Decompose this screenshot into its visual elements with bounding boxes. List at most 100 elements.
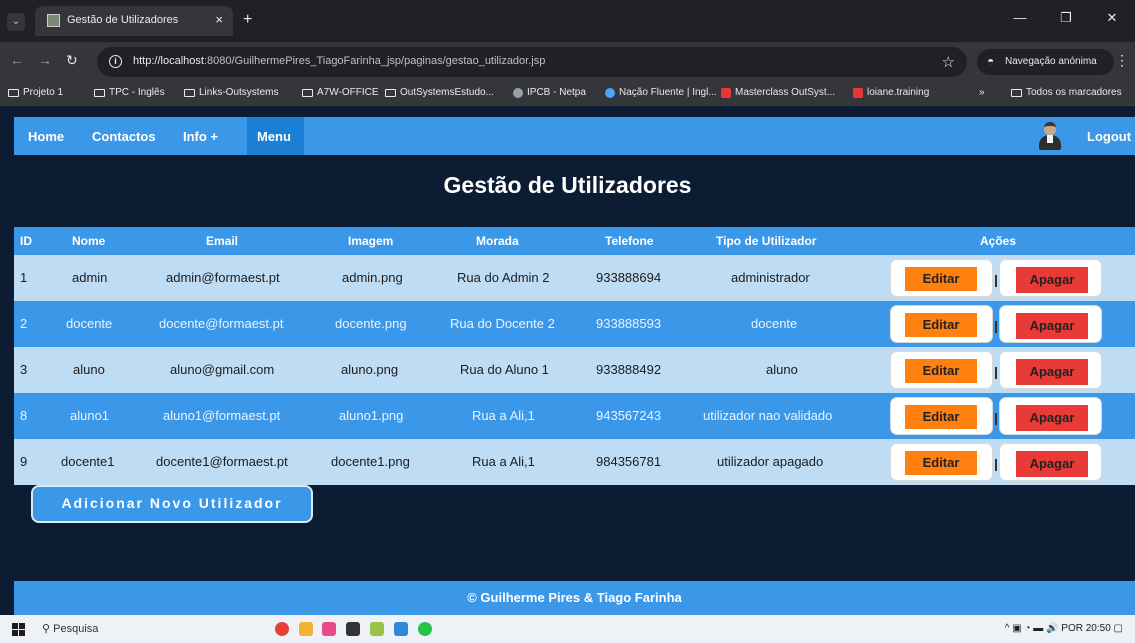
bookmark-item[interactable]: IPCB - Netpa	[513, 87, 586, 98]
column-header-morada: Morada	[476, 234, 519, 248]
browser-menu-icon[interactable]: ⋮	[1115, 52, 1129, 69]
edit-button-frame: Editar	[890, 305, 993, 343]
bookmark-star-icon[interactable]: ☆	[942, 53, 955, 71]
cell-tipo: administrador	[731, 270, 810, 285]
browser-tab[interactable]: Gestão de Utilizadores ×	[35, 6, 233, 36]
logout-link[interactable]: Logout	[1087, 129, 1131, 144]
browser-tab-strip: ⌄ Gestão de Utilizadores × + — ❐ ✕	[0, 0, 1135, 42]
app-icon[interactable]	[370, 622, 384, 636]
incognito-indicator[interactable]: ◓ Navegação anónima	[977, 49, 1114, 75]
cell-tipo: docente	[751, 316, 798, 331]
bookmark-item[interactable]: OutSystemsEstudo...	[385, 87, 494, 98]
url-text[interactable]: http://localhost:8080/GuilhermePires_Tia…	[133, 55, 545, 67]
cell-email: docente1@formaest.pt	[156, 454, 288, 469]
bookmark-item[interactable]: TPC - Inglês	[94, 87, 165, 98]
nav-home[interactable]: Home	[28, 129, 64, 144]
edit-button-frame: Editar	[890, 443, 993, 481]
bookmark-item[interactable]: Projeto 1	[8, 87, 63, 98]
address-bar[interactable]: i http://localhost:8080/GuilhermePires_T…	[97, 47, 967, 77]
nav-menu[interactable]: Menu	[257, 129, 291, 144]
bookmark-item[interactable]: loiane.training	[853, 87, 929, 98]
whatsapp-icon[interactable]	[418, 622, 432, 636]
restore-button[interactable]: ❐	[1043, 0, 1089, 36]
button-separator	[995, 321, 997, 333]
cell-imagem: docente.png	[335, 316, 407, 331]
tab-close-icon[interactable]: ×	[215, 12, 223, 27]
cell-nome: aluno	[73, 362, 105, 377]
app-icon[interactable]	[322, 622, 336, 636]
new-tab-button[interactable]: +	[243, 11, 252, 29]
delete-button[interactable]: Apagar	[1016, 451, 1088, 477]
minimize-button[interactable]: —	[997, 0, 1043, 36]
cell-id: 3	[20, 362, 28, 377]
site-icon	[721, 87, 731, 98]
file-explorer-icon[interactable]	[299, 622, 313, 636]
edit-button[interactable]: Editar	[905, 405, 977, 429]
edit-button[interactable]: Editar	[905, 267, 977, 291]
bookmark-item[interactable]: A7W-OFFICE	[302, 87, 378, 98]
delete-button[interactable]: Apagar	[1016, 267, 1088, 293]
taskbar-search[interactable]: ⚲ Pesquisa	[42, 622, 98, 635]
windows-start-icon[interactable]	[12, 623, 25, 636]
edit-button[interactable]: Editar	[905, 359, 977, 383]
page-footer: © Guilherme Pires & Tiago Farinha	[14, 581, 1135, 615]
nav-info[interactable]: Info +	[183, 129, 218, 144]
cell-email: docente@formaest.pt	[159, 316, 284, 331]
tab-title: Gestão de Utilizadores	[67, 14, 179, 26]
cell-email: admin@formaest.pt	[166, 270, 280, 285]
forward-arrow-icon[interactable]: →	[38, 52, 52, 68]
bookmark-item[interactable]: Masterclass OutSyst...	[721, 87, 835, 98]
page-title: Gestão de Utilizadores	[443, 172, 692, 198]
cell-imagem: docente1.png	[331, 454, 410, 469]
table-row: 3 aluno aluno@gmail.com aluno.png Rua do…	[14, 347, 1135, 393]
site-icon	[853, 87, 863, 98]
all-bookmarks[interactable]: Todos os marcadores	[1011, 87, 1122, 98]
delete-button[interactable]: Apagar	[1016, 313, 1088, 339]
column-header-telefone: Telefone	[605, 234, 654, 248]
windows-taskbar: ⚲ Pesquisa ^ ▣ ◔ ▬ 🔊 POR 20:50 ▢	[0, 615, 1135, 643]
system-tray[interactable]: ^ ▣ ◔ ▬ 🔊 POR 20:50 ▢	[1005, 623, 1123, 634]
table-header: ID Nome Email Imagem Morada Telefone Tip…	[14, 227, 1135, 255]
column-header-acoes: Ações	[980, 234, 1017, 248]
delete-button[interactable]: Apagar	[1016, 359, 1088, 385]
delete-button-frame: Apagar	[999, 351, 1102, 389]
folder-icon	[184, 88, 195, 97]
edit-button[interactable]: Editar	[905, 451, 977, 475]
bookmark-item[interactable]: Nação Fluente | Ingl...	[605, 87, 717, 98]
cell-id: 2	[20, 316, 28, 331]
vscode-icon[interactable]	[394, 622, 408, 636]
cell-nome: admin	[72, 270, 108, 285]
chrome-icon[interactable]	[275, 622, 289, 636]
user-avatar-icon[interactable]	[1038, 122, 1062, 150]
delete-button-frame: Apagar	[999, 397, 1102, 435]
web-page: Home Contactos Info + Menu Logout Gestão…	[0, 117, 1135, 615]
edit-button[interactable]: Editar	[905, 313, 977, 337]
cell-imagem: admin.png	[342, 270, 403, 285]
delete-button[interactable]: Apagar	[1016, 405, 1088, 431]
column-header-id: ID	[20, 234, 32, 248]
cell-telefone: 943567243	[596, 408, 662, 423]
incognito-label: Navegação anónima	[1005, 56, 1097, 67]
language-indicator: POR	[1061, 623, 1083, 634]
add-user-button[interactable]: Adicionar Novo Utilizador	[31, 485, 313, 523]
cell-email: aluno@gmail.com	[170, 362, 275, 377]
site-navbar: Home Contactos Info + Menu Logout	[14, 117, 1135, 155]
terminal-icon[interactable]	[346, 622, 360, 636]
site-info-icon[interactable]: i	[109, 55, 122, 68]
table-row: 2 docente docente@formaest.pt docente.pn…	[14, 301, 1135, 347]
globe-icon	[513, 87, 523, 98]
folder-icon	[302, 88, 313, 97]
column-header-nome: Nome	[72, 234, 106, 248]
cell-morada: Rua do Aluno 1	[460, 362, 549, 377]
cell-telefone: 933888694	[596, 270, 662, 285]
cell-nome: aluno1	[70, 408, 110, 423]
nav-contactos[interactable]: Contactos	[92, 129, 156, 144]
reload-icon[interactable]: ↻	[66, 52, 78, 69]
bookmark-item[interactable]: Links-Outsystems	[184, 87, 278, 98]
bookmarks-more-icon[interactable]: »	[979, 87, 985, 98]
close-window-button[interactable]: ✕	[1089, 0, 1135, 36]
tab-search-chevron-icon[interactable]: ⌄	[7, 13, 25, 31]
window-controls: — ❐ ✕	[997, 0, 1135, 36]
back-arrow-icon[interactable]: ←	[10, 52, 24, 68]
cell-morada: Rua do Docente 2	[450, 316, 555, 331]
